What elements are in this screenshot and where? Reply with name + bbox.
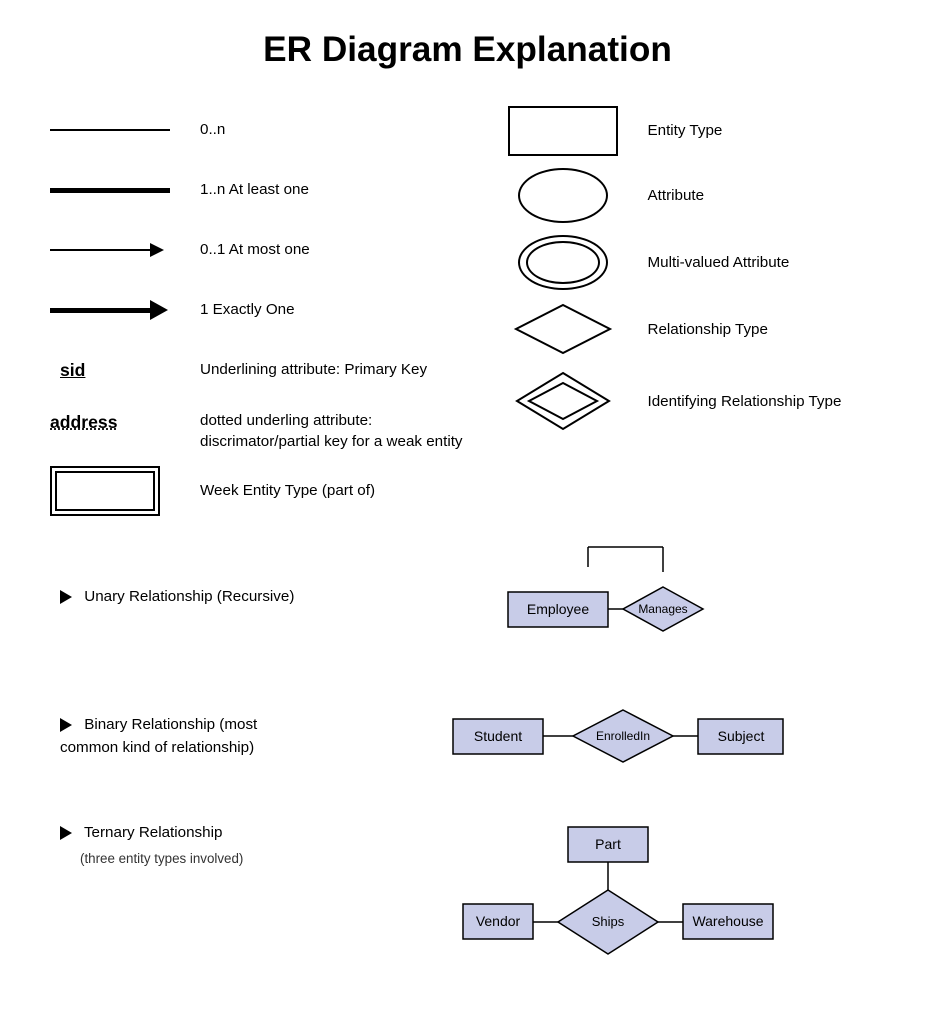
exactly-one-label: 1 Exactly One xyxy=(200,299,468,320)
identifying-relationship-label: Identifying Relationship Type xyxy=(648,391,896,412)
unary-diagram: Employee Manages xyxy=(340,537,895,657)
svg-text:Manages: Manages xyxy=(638,602,687,616)
ternary-diagram: Part Ships Vendor Warehouse xyxy=(340,822,895,982)
partial-key-label: dotted underling attribute: discrimator/… xyxy=(200,410,468,453)
unary-section: Unary Relationship (Recursive) Employee … xyxy=(40,522,895,672)
thin-line-icon xyxy=(50,129,170,131)
thick-arrow-icon xyxy=(50,300,168,320)
legend-zero-n: 0..n xyxy=(40,100,468,160)
legend-entity-type: Entity Type xyxy=(468,100,896,162)
weak-entity-label: Week Entity Type (part of) xyxy=(200,480,468,501)
unary-label: Unary Relationship (Recursive) xyxy=(40,586,340,609)
binary-label: Binary Relationship (most common kind of… xyxy=(40,714,340,760)
binary-diagram: Student EnrolledIn Subject xyxy=(340,702,895,772)
thin-arrow-icon xyxy=(50,243,164,257)
multi-attribute-label: Multi-valued Attribute xyxy=(648,252,896,273)
ternary-sublabel: (three entity types involved) xyxy=(60,849,340,869)
svg-text:EnrolledIn: EnrolledIn xyxy=(595,729,649,743)
bullet-icon xyxy=(60,590,72,604)
unary-svg: Employee Manages xyxy=(488,537,748,657)
entity-type-label: Entity Type xyxy=(648,120,896,141)
legend-partial-key: address dotted underling attribute: disc… xyxy=(40,400,468,460)
legend-primary-key: sid Underlining attribute: Primary Key xyxy=(40,340,468,400)
legend-relationship-type: Relationship Type xyxy=(468,296,896,363)
svg-text:Vendor: Vendor xyxy=(475,913,520,929)
legend-identifying-relationship: Identifying Relationship Type xyxy=(468,363,896,440)
svg-text:Ships: Ships xyxy=(591,914,624,929)
ternary-svg: Part Ships Vendor Warehouse xyxy=(458,822,778,982)
thick-line-icon xyxy=(50,188,170,193)
zero-one-label: 0..1 At most one xyxy=(200,239,468,260)
ternary-label: Ternary Relationship (three entity types… xyxy=(40,822,340,869)
one-n-label: 1..n At least one xyxy=(200,179,468,200)
svg-text:Student: Student xyxy=(473,728,521,744)
attribute-label: Attribute xyxy=(648,185,896,206)
attribute-ellipse-icon xyxy=(518,168,608,223)
entity-type-icon xyxy=(508,106,618,156)
binary-section: Binary Relationship (most common kind of… xyxy=(40,672,895,802)
legend-weak-entity: Week Entity Type (part of) xyxy=(40,460,468,522)
bullet-icon-2 xyxy=(60,718,72,732)
legend-attribute: Attribute xyxy=(468,162,896,229)
legend-zero-one: 0..1 At most one xyxy=(40,220,468,280)
zero-n-label: 0..n xyxy=(200,119,468,140)
legend-one-n: 1..n At least one xyxy=(40,160,468,220)
primary-key-label: Underlining attribute: Primary Key xyxy=(200,359,468,380)
legend-exactly-one: 1 Exactly One xyxy=(40,280,468,340)
svg-text:Warehouse: Warehouse xyxy=(692,913,763,929)
page-title: ER Diagram Explanation xyxy=(40,20,895,70)
diamond-icon xyxy=(513,302,613,357)
double-diamond-icon xyxy=(513,369,613,434)
address-icon: address xyxy=(50,412,117,433)
relationship-type-label: Relationship Type xyxy=(648,319,896,340)
bullet-icon-3 xyxy=(60,826,72,840)
svg-text:Part: Part xyxy=(595,836,621,852)
weak-entity-box-icon xyxy=(50,466,160,516)
svg-text:Subject: Subject xyxy=(717,728,764,744)
legend-multi-attribute: Multi-valued Attribute xyxy=(468,229,896,296)
svg-text:Employee: Employee xyxy=(526,601,588,617)
multi-valued-ellipse-icon xyxy=(518,235,608,290)
binary-svg: Student EnrolledIn Subject xyxy=(448,702,788,772)
ternary-section: Ternary Relationship (three entity types… xyxy=(40,802,895,997)
sid-icon: sid xyxy=(60,360,85,381)
